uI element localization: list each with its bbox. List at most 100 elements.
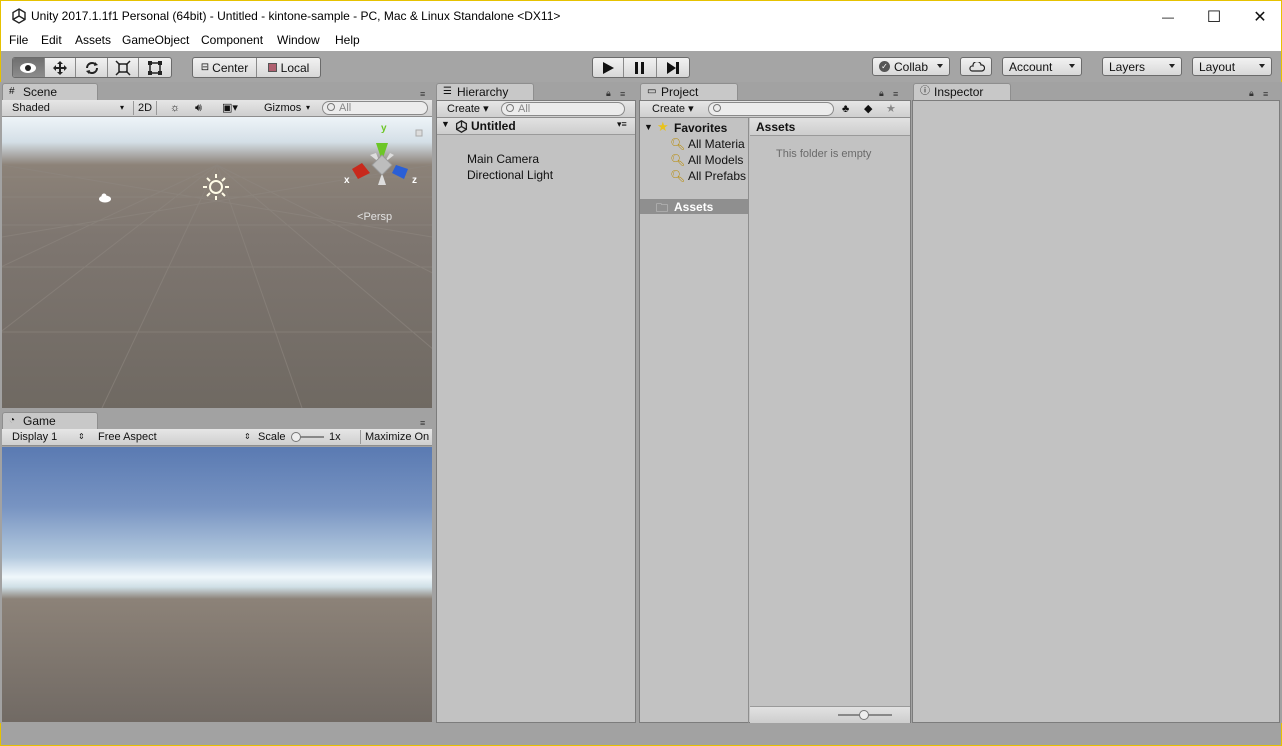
favorites-label[interactable]: Favorites — [674, 121, 727, 135]
hand-tool-button[interactable] — [13, 58, 45, 77]
hierarchy-search-input[interactable]: All — [501, 102, 625, 116]
display-dropdown[interactable]: Display 1 — [12, 430, 57, 444]
rect-tool-button[interactable] — [139, 58, 171, 77]
maximize-on-play-toggle[interactable]: Maximize On — [360, 430, 429, 444]
move-tool-button[interactable] — [45, 58, 77, 77]
hierarchy-create-button[interactable]: Create ▾ — [447, 102, 489, 116]
toggle-2d-button[interactable]: 2D — [133, 101, 157, 115]
menu-edit[interactable]: Edit — [41, 33, 62, 47]
aspect-dropdown[interactable]: Free Aspect — [98, 430, 157, 444]
inspector-tab-label: Inspector — [934, 85, 984, 99]
search-folder-icon: 🔍︎ — [670, 137, 686, 151]
favorite-all-models[interactable]: All Models — [688, 153, 743, 167]
menu-gameobject[interactable]: GameObject — [122, 33, 189, 47]
expand-arrow-icon[interactable]: ▼ — [441, 119, 450, 129]
pivot-center-button[interactable]: ⊟ Center — [193, 58, 257, 77]
hierarchy-item-main-camera[interactable]: Main Camera — [467, 152, 539, 166]
eye-icon — [20, 62, 37, 73]
directional-light-sun-icon[interactable] — [202, 173, 230, 201]
audio-toggle-icon[interactable]: 🔊︎ — [195, 101, 202, 115]
menu-component[interactable]: Component — [201, 33, 263, 47]
scene-header-row[interactable]: ▼ Untitled ▾≡ — [437, 118, 635, 135]
tab-inspector[interactable]: ⓘ Inspector — [913, 83, 1011, 101]
game-pacman-icon: ◔ — [9, 415, 16, 426]
layout-dropdown[interactable]: Layout — [1192, 57, 1272, 76]
expand-arrow-icon[interactable]: ▼ — [644, 122, 653, 132]
menu-window[interactable]: Window — [277, 33, 320, 47]
scene-search-placeholder: All — [339, 102, 352, 114]
gizmo-lock-icon[interactable] — [415, 129, 423, 137]
assets-folder-label: Assets — [674, 200, 714, 214]
filter-by-type-icon[interactable]: ♣ — [842, 102, 849, 116]
inspector-body — [912, 100, 1280, 723]
info-icon: ⓘ — [920, 86, 930, 97]
main-toolbar: ⊟ Center Local ✓ Collab Account Layers L… — [0, 51, 1282, 82]
rotate-tool-button[interactable] — [76, 58, 108, 77]
play-button[interactable] — [593, 58, 625, 77]
chevron-down-icon — [1169, 64, 1175, 68]
tab-hierarchy[interactable]: ☰ Hierarchy — [436, 83, 534, 101]
menu-assets[interactable]: Assets — [75, 33, 111, 47]
pivot-local-button[interactable]: Local — [257, 58, 320, 77]
collab-label: Collab — [894, 59, 929, 74]
lock-icon[interactable]: 🔒︎ — [606, 89, 614, 98]
status-bar — [0, 723, 1282, 746]
icon-size-slider-thumb[interactable] — [859, 710, 869, 720]
lock-icon[interactable]: 🔒︎ — [879, 89, 887, 98]
perspective-label[interactable]: <Persp — [357, 211, 392, 223]
project-create-button[interactable]: Create ▾ — [652, 102, 694, 116]
favorite-star-icon[interactable]: ★ — [886, 102, 896, 116]
layers-label: Layers — [1109, 59, 1146, 74]
menu-file[interactable]: File — [9, 33, 28, 47]
scene-search-input[interactable]: All — [322, 101, 428, 115]
maximize-icon: ☐ — [1206, 8, 1222, 26]
lighting-toggle-icon[interactable]: ☼ — [170, 101, 180, 115]
collab-dropdown[interactable]: ✓ Collab — [872, 57, 950, 76]
hierarchy-search-placeholder: All — [518, 103, 531, 115]
close-button[interactable]: ✕ — [1237, 1, 1282, 32]
scale-slider-thumb[interactable] — [291, 432, 301, 442]
scene-viewport[interactable]: y x z <Persp — [2, 117, 432, 408]
lock-icon[interactable]: 🔒︎ — [1249, 89, 1257, 98]
project-toolbar: Create ▾ ♣ ◆ ★ — [640, 101, 910, 118]
pause-button[interactable] — [624, 58, 657, 77]
assets-folder-row[interactable]: 🗀 Assets — [640, 199, 748, 215]
hierarchy-panel: ☰ Hierarchy 🔒︎ ≡ Create ▾ All ▼ Untitled… — [434, 83, 638, 723]
filter-by-label-icon[interactable]: ◆ — [864, 102, 872, 116]
cloud-icon — [969, 61, 985, 72]
tab-scene[interactable]: # Scene — [2, 83, 98, 101]
title-bar: Unity 2017.1.1f1 Personal (64bit) - Unti… — [0, 0, 1282, 32]
project-search-input[interactable] — [708, 102, 834, 116]
unity-logo-icon — [12, 8, 26, 24]
hierarchy-item-directional-light[interactable]: Directional Light — [467, 168, 553, 182]
cloud-button[interactable] — [960, 57, 992, 76]
menu-bar: File Edit Assets GameObject Component Wi… — [0, 32, 1282, 51]
project-footer — [750, 706, 910, 723]
breadcrumb-assets[interactable]: Assets — [756, 120, 795, 134]
minimize-button[interactable]: — — [1145, 1, 1191, 32]
menu-help[interactable]: Help — [335, 33, 360, 47]
gizmos-dropdown[interactable]: Gizmos — [264, 101, 301, 115]
layers-dropdown[interactable]: Layers — [1102, 57, 1182, 76]
tab-game[interactable]: ◔ Game — [2, 412, 98, 430]
tab-project[interactable]: ▭ Project — [640, 83, 738, 101]
collab-check-icon: ✓ — [879, 61, 890, 72]
scene-menu-icon[interactable]: ▾≡ — [617, 119, 627, 130]
account-dropdown[interactable]: Account — [1002, 57, 1082, 76]
camera-gizmo-icon[interactable] — [98, 193, 112, 203]
chevron-down-icon — [1069, 64, 1075, 68]
maximize-button[interactable]: ☐ — [1191, 1, 1237, 32]
transform-tools — [12, 57, 172, 78]
effects-toggle-icon[interactable]: ▣▾ — [222, 101, 238, 115]
scale-value: 1x — [329, 431, 341, 443]
scale-tool-button[interactable] — [108, 58, 140, 77]
favorite-all-materials[interactable]: All Materia — [688, 137, 745, 151]
rotate-icon — [85, 61, 98, 74]
account-label: Account — [1009, 59, 1053, 74]
game-viewport[interactable] — [2, 447, 432, 722]
updown-chevron-icon: ⇕ — [78, 432, 85, 441]
shading-mode-dropdown[interactable]: Shaded — [12, 101, 128, 115]
step-button[interactable] — [657, 58, 689, 77]
favorite-all-prefabs[interactable]: All Prefabs — [688, 169, 746, 183]
local-cube-icon — [267, 63, 277, 72]
